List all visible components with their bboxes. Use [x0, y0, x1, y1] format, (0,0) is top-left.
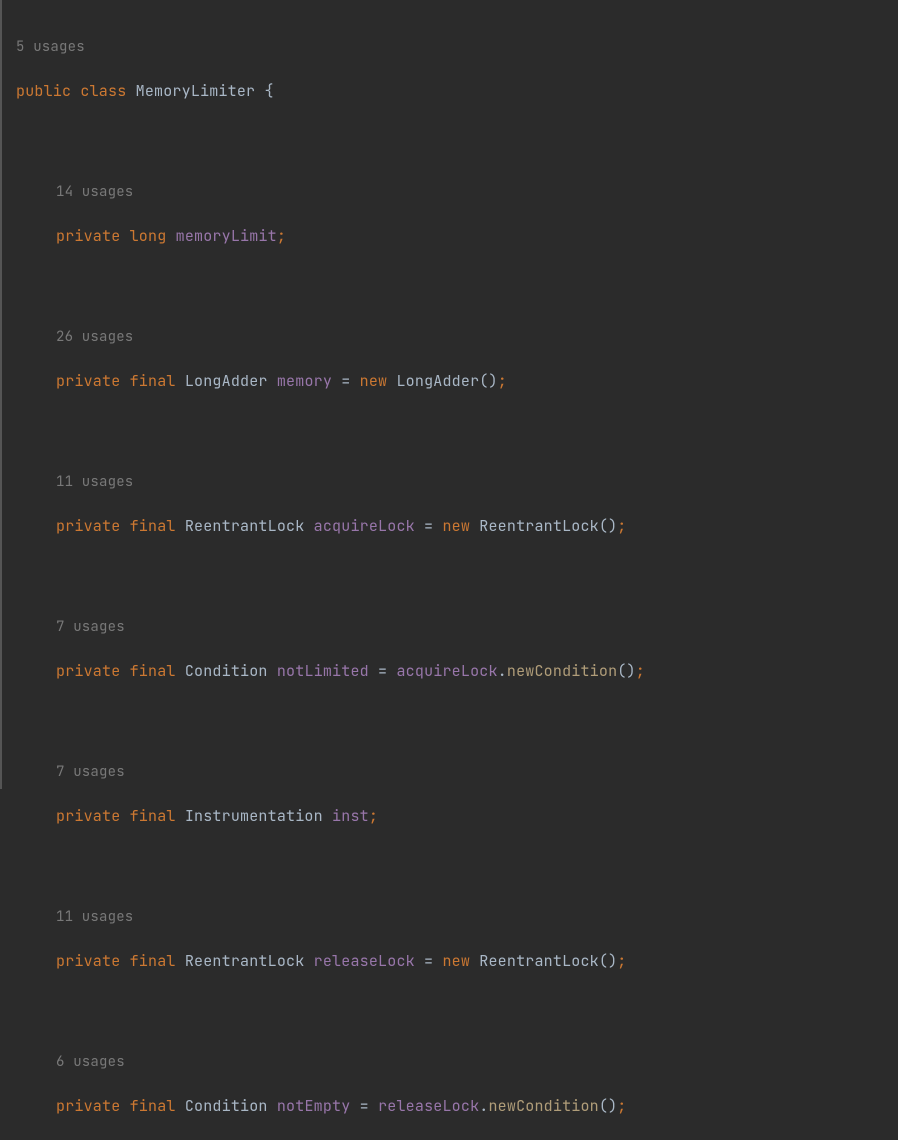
usages-hint[interactable]: 11 usages	[16, 905, 898, 928]
blank-line	[16, 995, 898, 1027]
field-name: notLimited	[277, 661, 369, 681]
keyword: final	[130, 516, 176, 536]
field-name: releaseLock	[314, 951, 415, 971]
type-name: ReentrantLock	[185, 951, 305, 971]
usages-text: 7 usages	[56, 763, 125, 781]
semicolon: ;	[636, 661, 645, 681]
keyword: private	[56, 951, 120, 971]
keyword: final	[130, 661, 176, 681]
field-declaration: private final ReentrantLock acquireLock …	[16, 515, 898, 538]
ctor: LongAdder	[396, 371, 479, 391]
field-declaration: private final ReentrantLock releaseLock …	[16, 950, 898, 973]
parens: ()	[599, 1096, 617, 1116]
field-name: memoryLimit	[176, 226, 277, 246]
field-declaration: private final LongAdder memory = new Lon…	[16, 370, 898, 393]
semicolon: ;	[369, 806, 378, 826]
operator: =	[369, 661, 397, 681]
usages-hint[interactable]: 7 usages	[16, 615, 898, 638]
parens: ()	[617, 661, 635, 681]
keyword-public: public	[16, 81, 71, 101]
usages-hint[interactable]: 26 usages	[16, 325, 898, 348]
field-name: memory	[277, 371, 332, 391]
usages-text: 5 usages	[16, 38, 85, 56]
usages-hint[interactable]: 5 usages	[16, 35, 898, 58]
usages-text: 14 usages	[56, 183, 133, 201]
usages-hint[interactable]: 6 usages	[16, 1050, 898, 1073]
field-declaration: private final Condition notLimited = acq…	[16, 660, 898, 683]
type-name: LongAdder	[185, 371, 268, 391]
keyword: new	[442, 516, 470, 536]
blank-line	[16, 270, 898, 302]
keyword: final	[130, 951, 176, 971]
usages-hint[interactable]: 11 usages	[16, 470, 898, 493]
semicolon: ;	[617, 1096, 626, 1116]
keyword: private	[56, 516, 120, 536]
method-call: newCondition	[488, 1096, 598, 1116]
operator: =	[332, 371, 360, 391]
blank-line	[16, 125, 898, 157]
keyword: private	[56, 371, 120, 391]
keyword: private	[56, 661, 120, 681]
code-editor[interactable]: 5 usages public class MemoryLimiter { 14…	[16, 12, 898, 1140]
semicolon: ;	[498, 371, 507, 391]
usages-text: 11 usages	[56, 908, 133, 926]
type-name: Instrumentation	[185, 806, 323, 826]
field-name: notEmpty	[277, 1096, 351, 1116]
type-name: Condition	[185, 661, 268, 681]
keyword: final	[130, 371, 176, 391]
keyword: new	[360, 371, 388, 391]
type-name: ReentrantLock	[185, 516, 305, 536]
operator: =	[415, 516, 443, 536]
type-name: Condition	[185, 1096, 268, 1116]
keyword: new	[442, 951, 470, 971]
parens: ()	[599, 516, 617, 536]
blank-line	[16, 415, 898, 447]
usages-text: 6 usages	[56, 1053, 125, 1071]
blank-line	[16, 850, 898, 882]
semicolon: ;	[617, 951, 626, 971]
keyword-class: class	[80, 81, 126, 101]
field-declaration: private long memoryLimit;	[16, 225, 898, 248]
keyword: long	[130, 226, 167, 246]
punct: ;	[277, 226, 286, 246]
open-brace: {	[264, 81, 273, 101]
keyword: private	[56, 226, 120, 246]
field-ref: releaseLock	[378, 1096, 479, 1116]
usages-text: 26 usages	[56, 328, 133, 346]
ctor: ReentrantLock	[479, 951, 599, 971]
usages-hint[interactable]: 14 usages	[16, 180, 898, 203]
keyword: private	[56, 806, 120, 826]
operator: =	[415, 951, 443, 971]
class-name: MemoryLimiter	[136, 81, 256, 101]
dot: .	[479, 1096, 488, 1116]
keyword: private	[56, 1096, 120, 1116]
semicolon: ;	[617, 516, 626, 536]
field-name: inst	[332, 806, 369, 826]
keyword: final	[130, 1096, 176, 1116]
usages-hint[interactable]: 7 usages	[16, 760, 898, 783]
operator: =	[350, 1096, 378, 1116]
keyword: final	[130, 806, 176, 826]
ctor: ReentrantLock	[479, 516, 599, 536]
usages-text: 11 usages	[56, 473, 133, 491]
field-declaration: private final Condition notEmpty = relea…	[16, 1095, 898, 1118]
blank-line	[16, 560, 898, 592]
class-declaration: public class MemoryLimiter {	[16, 80, 898, 103]
method-call: newCondition	[507, 661, 617, 681]
parens: ()	[599, 951, 617, 971]
usages-text: 7 usages	[56, 618, 125, 636]
field-name: acquireLock	[314, 516, 415, 536]
parens: ()	[479, 371, 497, 391]
field-ref: acquireLock	[396, 661, 497, 681]
dot: .	[498, 661, 507, 681]
blank-line	[16, 705, 898, 737]
field-declaration: private final Instrumentation inst;	[16, 805, 898, 828]
